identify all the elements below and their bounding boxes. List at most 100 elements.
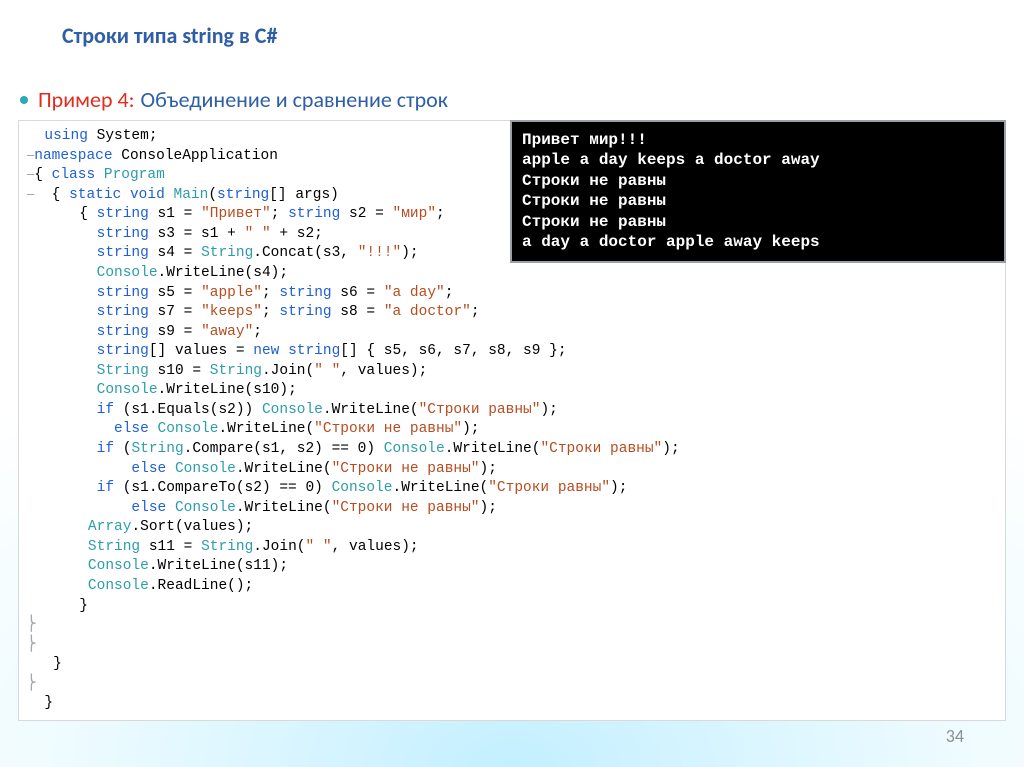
code-token: .Compare(s1, s2) == 0): [184, 441, 384, 457]
code-token: Console: [384, 441, 445, 457]
code-token: string: [217, 187, 269, 203]
code-token: String: [210, 363, 262, 379]
code-token: s11 =: [140, 539, 201, 555]
code-token: s4 =: [149, 245, 201, 261]
code-token: Console: [175, 461, 236, 477]
console-line: Строки не равны: [522, 171, 994, 191]
code-token: [] values =: [149, 343, 253, 359]
example-label: Пример 4:: [38, 86, 135, 113]
code-token: "Строки равны": [419, 402, 541, 418]
code-token: ;: [262, 304, 279, 320]
code-token: if: [97, 441, 114, 457]
code-token: "Строки не равны": [332, 461, 480, 477]
code-token: .Sort(values);: [131, 519, 253, 535]
code-token: string: [279, 285, 331, 301]
code-token: else: [114, 421, 149, 437]
code-token: string: [279, 304, 331, 320]
code-token: Program: [95, 167, 165, 183]
slide-title: Строки типа string в C#: [62, 22, 277, 49]
code-token: [279, 343, 288, 359]
code-token: string: [97, 324, 149, 340]
code-token: using: [44, 128, 88, 144]
code-token: ConsoleApplication: [113, 148, 278, 164]
code-token: .ReadLine();: [149, 578, 253, 594]
code-token: String: [201, 245, 253, 261]
code-token: ;: [262, 285, 279, 301]
code-token: s3 = s1 +: [149, 226, 245, 242]
code-token: (: [114, 441, 131, 457]
code-token: [149, 421, 158, 437]
code-token: .Concat(s3,: [253, 245, 357, 261]
code-token: if: [97, 402, 114, 418]
page-number: 34: [946, 725, 964, 747]
code-token: string: [97, 304, 149, 320]
code-token: }: [44, 695, 53, 711]
code-token: s6 =: [332, 285, 384, 301]
code-token: .Join(: [253, 539, 305, 555]
code-token: "Привет": [201, 206, 271, 222]
code-token: }: [53, 656, 62, 672]
code-token: .WriteLine(s4);: [158, 265, 289, 281]
code-token: String: [201, 539, 253, 555]
code-token: ;: [471, 304, 480, 320]
console-line: Строки не равны: [522, 212, 994, 232]
code-token: .Join(: [262, 363, 314, 379]
code-token: Console: [175, 500, 236, 516]
code-token: s1 =: [149, 206, 201, 222]
code-token: s8 =: [332, 304, 384, 320]
code-token: void: [121, 187, 165, 203]
code-token: .WriteLine(: [236, 500, 332, 516]
code-token: s7 =: [149, 304, 201, 320]
code-token: Array: [88, 519, 132, 535]
code-token: );: [662, 441, 679, 457]
code-token: s9 =: [149, 324, 201, 340]
code-token: String: [131, 441, 183, 457]
code-token: ;: [445, 285, 454, 301]
code-token: " ": [245, 226, 271, 242]
code-token: string: [97, 285, 149, 301]
code-token: string: [288, 206, 340, 222]
console-output: Привет мир!!! apple a day keeps a doctor…: [510, 120, 1006, 263]
code-token: .WriteLine(s10);: [158, 382, 297, 398]
code-token: , values);: [332, 539, 419, 555]
code-token: (s1.Equals(s2)): [114, 402, 262, 418]
code-token: "away": [201, 324, 253, 340]
code-token: .WriteLine(: [393, 480, 489, 496]
code-token: ;: [271, 206, 288, 222]
code-token: Console: [158, 421, 219, 437]
code-token: );: [401, 245, 418, 261]
code-token: " ": [314, 363, 340, 379]
code-token: .WriteLine(: [323, 402, 419, 418]
code-token: string: [97, 245, 149, 261]
code-token: Console: [97, 382, 158, 398]
bullet-dot-icon: [20, 96, 28, 104]
console-line: Строки не равны: [522, 191, 994, 211]
code-token: .WriteLine(: [445, 441, 541, 457]
example-title: Объединение и сравнение строк: [141, 86, 448, 113]
code-token: );: [480, 500, 497, 516]
code-token: string: [288, 343, 340, 359]
code-token: "Строки равны": [540, 441, 662, 457]
code-token: );: [462, 421, 479, 437]
code-token: [] { s5, s6, s7, s8, s9 };: [340, 343, 566, 359]
code-token: Console: [88, 558, 149, 574]
code-token: ;: [436, 206, 445, 222]
code-token: System;: [88, 128, 158, 144]
code-token: String: [97, 363, 149, 379]
example-heading: Пример 4: Объединение и сравнение строк: [20, 86, 448, 113]
code-token: class: [52, 167, 96, 183]
code-token: }: [79, 598, 88, 614]
code-token: .WriteLine(s11);: [149, 558, 288, 574]
code-token: [166, 500, 175, 516]
code-token: (s1.CompareTo(s2) == 0): [114, 480, 332, 496]
code-token: Console: [88, 578, 149, 594]
code-token: "a day": [384, 285, 445, 301]
code-token: "Строки не равны": [332, 500, 480, 516]
code-token: string: [97, 343, 149, 359]
code-token: new: [253, 343, 279, 359]
code-token: "Строки равны": [488, 480, 610, 496]
code-token: "keeps": [201, 304, 262, 320]
code-token: "a doctor": [384, 304, 471, 320]
code-token: );: [540, 402, 557, 418]
code-token: Console: [97, 265, 158, 281]
